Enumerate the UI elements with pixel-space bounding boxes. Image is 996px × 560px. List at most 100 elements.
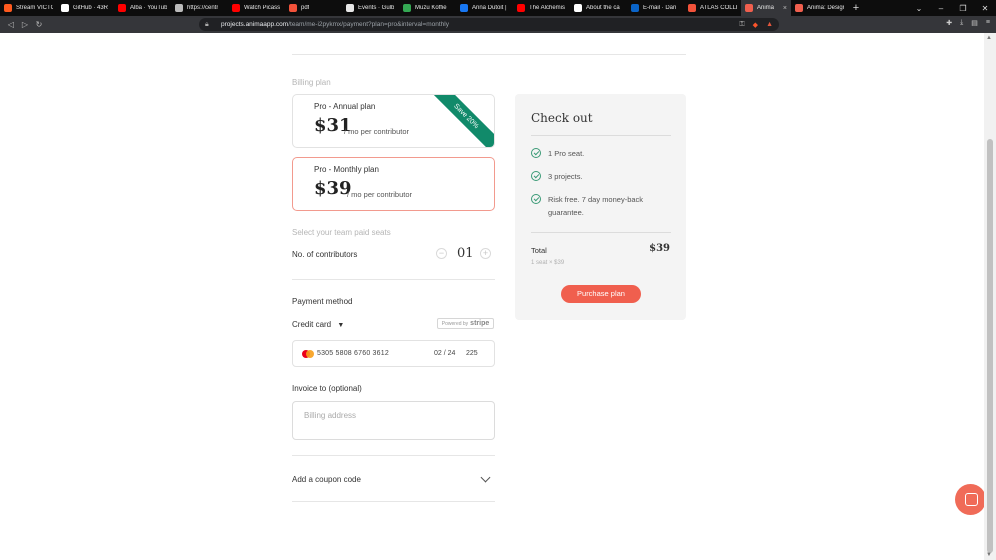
browser-tab[interactable]: The Alchemis xyxy=(513,0,570,16)
browser-tab[interactable]: About the ca xyxy=(570,0,627,16)
sidebar-icon[interactable]: ▤ xyxy=(971,19,978,27)
contributor-count: 01 xyxy=(457,246,474,261)
total-label: Total xyxy=(531,246,547,255)
browser-tab[interactable]: Muzu Koffie xyxy=(399,0,456,16)
menu-icon[interactable]: ≡ xyxy=(986,19,990,27)
downloads-icon[interactable]: ⤓ xyxy=(960,19,963,27)
total-value: $39 xyxy=(649,243,670,254)
browser-tab[interactable]: Anima: Design xyxy=(791,0,848,16)
feature-item: 3 projects. xyxy=(531,171,668,183)
plan-per: / mo per contributor xyxy=(344,127,410,136)
scrollbar-thumb[interactable] xyxy=(987,139,993,553)
powered-by-stripe-badge: Powered by stripe xyxy=(437,318,494,329)
forward-icon[interactable]: ▷ xyxy=(18,20,32,29)
tab-favicon-icon xyxy=(4,4,12,12)
tab-title: Anima: Design xyxy=(807,5,844,11)
browser-tab[interactable]: https://centr xyxy=(171,0,228,16)
window-controls: ⌄ – ❐ ✕ xyxy=(908,4,996,13)
check-circle-icon xyxy=(531,194,541,204)
annual-plan-card[interactable]: Pro - Annual plan $31 / mo per contribut… xyxy=(292,94,495,148)
extensions-icon[interactable]: ✚ xyxy=(946,19,952,27)
check-circle-icon xyxy=(531,171,541,181)
tab-title: About the ca xyxy=(586,5,620,11)
browser-tab[interactable]: Alba · YouTub xyxy=(114,0,171,16)
browser-tab-strip: Stream VICTO GitHub · 43R Alba · YouTub htt… xyxy=(0,0,996,16)
browser-tab[interactable]: pdf xyxy=(285,0,342,16)
back-icon[interactable]: ◁ xyxy=(4,20,18,29)
new-tab-icon[interactable]: + xyxy=(848,2,864,14)
browser-tab[interactable]: ATLAS COLLE xyxy=(684,0,741,16)
tab-favicon-icon xyxy=(631,4,639,12)
restore-icon[interactable]: ❐ xyxy=(952,4,974,13)
close-window-icon[interactable]: ✕ xyxy=(974,4,996,13)
caret-down-icon: ▼ xyxy=(337,322,345,329)
stripe-logo: stripe xyxy=(470,320,490,327)
feature-text: 1 Pro seat. xyxy=(548,149,585,158)
feature-item: Risk free. 7 day money-back guarantee. xyxy=(531,194,668,219)
browser-tab[interactable]: Stream VICTO xyxy=(0,0,57,16)
tab-favicon-icon xyxy=(517,4,525,12)
monthly-plan-card[interactable]: Pro - Monthly plan $39 / mo per contribu… xyxy=(292,157,495,211)
tab-favicon-icon xyxy=(346,4,354,12)
decrement-button[interactable]: − xyxy=(436,248,447,259)
browser-tab[interactable]: GitHub · 43R xyxy=(57,0,114,16)
address-bar[interactable]: 🔒︎ projects.animaapp.com/team/me-i2pykmx… xyxy=(199,18,779,31)
page-scrollbar[interactable]: ▲ ▼ xyxy=(984,33,996,560)
minimize-icon[interactable]: – xyxy=(930,4,952,13)
billing-plan-label: Billing plan xyxy=(292,78,331,87)
check-circle-icon xyxy=(531,148,541,158)
card-cvc: 225 xyxy=(466,350,478,357)
payment-page: Billing plan Pro - Annual plan $31 / mo … xyxy=(0,33,984,560)
feature-text: 3 projects. xyxy=(548,172,583,181)
scroll-up-icon[interactable]: ▲ xyxy=(986,35,992,41)
save-ribbon: Save 20% xyxy=(425,95,494,147)
url-path: /team/me-i2pykmx/payment?plan=pro&interv… xyxy=(288,21,449,28)
purchase-plan-button[interactable]: Purchase plan xyxy=(561,285,641,303)
tab-title: pdf xyxy=(301,5,310,11)
coupon-toggle[interactable]: Add a coupon code xyxy=(292,475,361,484)
chat-launcher-icon[interactable] xyxy=(955,484,986,515)
tab-title: Anna Dutoit | xyxy=(472,5,507,11)
tab-title: Events · Gulb xyxy=(358,5,395,11)
browser-tab[interactable]: Anna Dutoit | xyxy=(456,0,513,16)
browser-tab[interactable]: Watch Picass xyxy=(228,0,285,16)
brave-rewards-icon[interactable]: ▲ xyxy=(766,21,773,29)
tab-favicon-icon xyxy=(403,4,411,12)
tab-title: The Alchemis xyxy=(529,5,566,11)
plan-name: Pro - Annual plan xyxy=(314,102,376,111)
card-number: 5305 5808 6760 3612 xyxy=(317,350,389,357)
url-host: projects.animaapp.com xyxy=(221,21,289,28)
browser-tab[interactable]: Events · Gulb xyxy=(342,0,399,16)
divider xyxy=(292,455,495,456)
key-icon[interactable]: ⚿ xyxy=(739,21,744,29)
scroll-down-icon[interactable]: ▼ xyxy=(986,552,992,558)
card-expiry: 02 / 24 xyxy=(434,350,456,357)
plan-per: / mo per contributor xyxy=(347,190,413,199)
feature-item: 1 Pro seat. xyxy=(531,148,668,160)
chevron-down-icon[interactable] xyxy=(480,472,491,483)
contributors-label: No. of contributors xyxy=(292,250,358,259)
tab-search-icon[interactable]: ⌄ xyxy=(908,4,930,13)
reload-icon[interactable]: ↻ xyxy=(32,20,46,29)
divider xyxy=(292,54,686,55)
increment-button[interactable]: + xyxy=(480,248,491,259)
checkout-title: Check out xyxy=(531,111,593,125)
tab-favicon-icon xyxy=(289,4,297,12)
invoice-label: Invoice to (optional) xyxy=(292,384,362,393)
credit-card-field[interactable]: 5305 5808 6760 3612 02 / 24 225 xyxy=(292,340,495,367)
tab-title: Stream VICTO xyxy=(16,5,53,11)
checkout-panel: Check out 1 Pro seat. 3 projects. Risk f… xyxy=(515,94,686,320)
brave-shield-icon[interactable]: ◆ xyxy=(753,21,758,29)
url-text: projects.animaapp.com/team/me-i2pykmx/pa… xyxy=(221,21,449,28)
billing-address-input[interactable]: Billing address xyxy=(292,401,495,440)
stripe-prefix: Powered by xyxy=(441,320,469,327)
payment-method-select[interactable]: Credit card ▼ xyxy=(292,320,344,329)
tab-favicon-icon xyxy=(795,4,803,12)
browser-tab[interactable]: Anima × xyxy=(741,0,791,16)
tab-favicon-icon xyxy=(175,4,183,12)
tab-title: Muzu Koffie xyxy=(415,5,447,11)
tab-title: Watch Picass xyxy=(244,5,281,11)
browser-tab[interactable]: E-mail · Dan xyxy=(627,0,684,16)
close-tab-icon[interactable]: × xyxy=(781,5,787,12)
tab-favicon-icon xyxy=(232,4,240,12)
